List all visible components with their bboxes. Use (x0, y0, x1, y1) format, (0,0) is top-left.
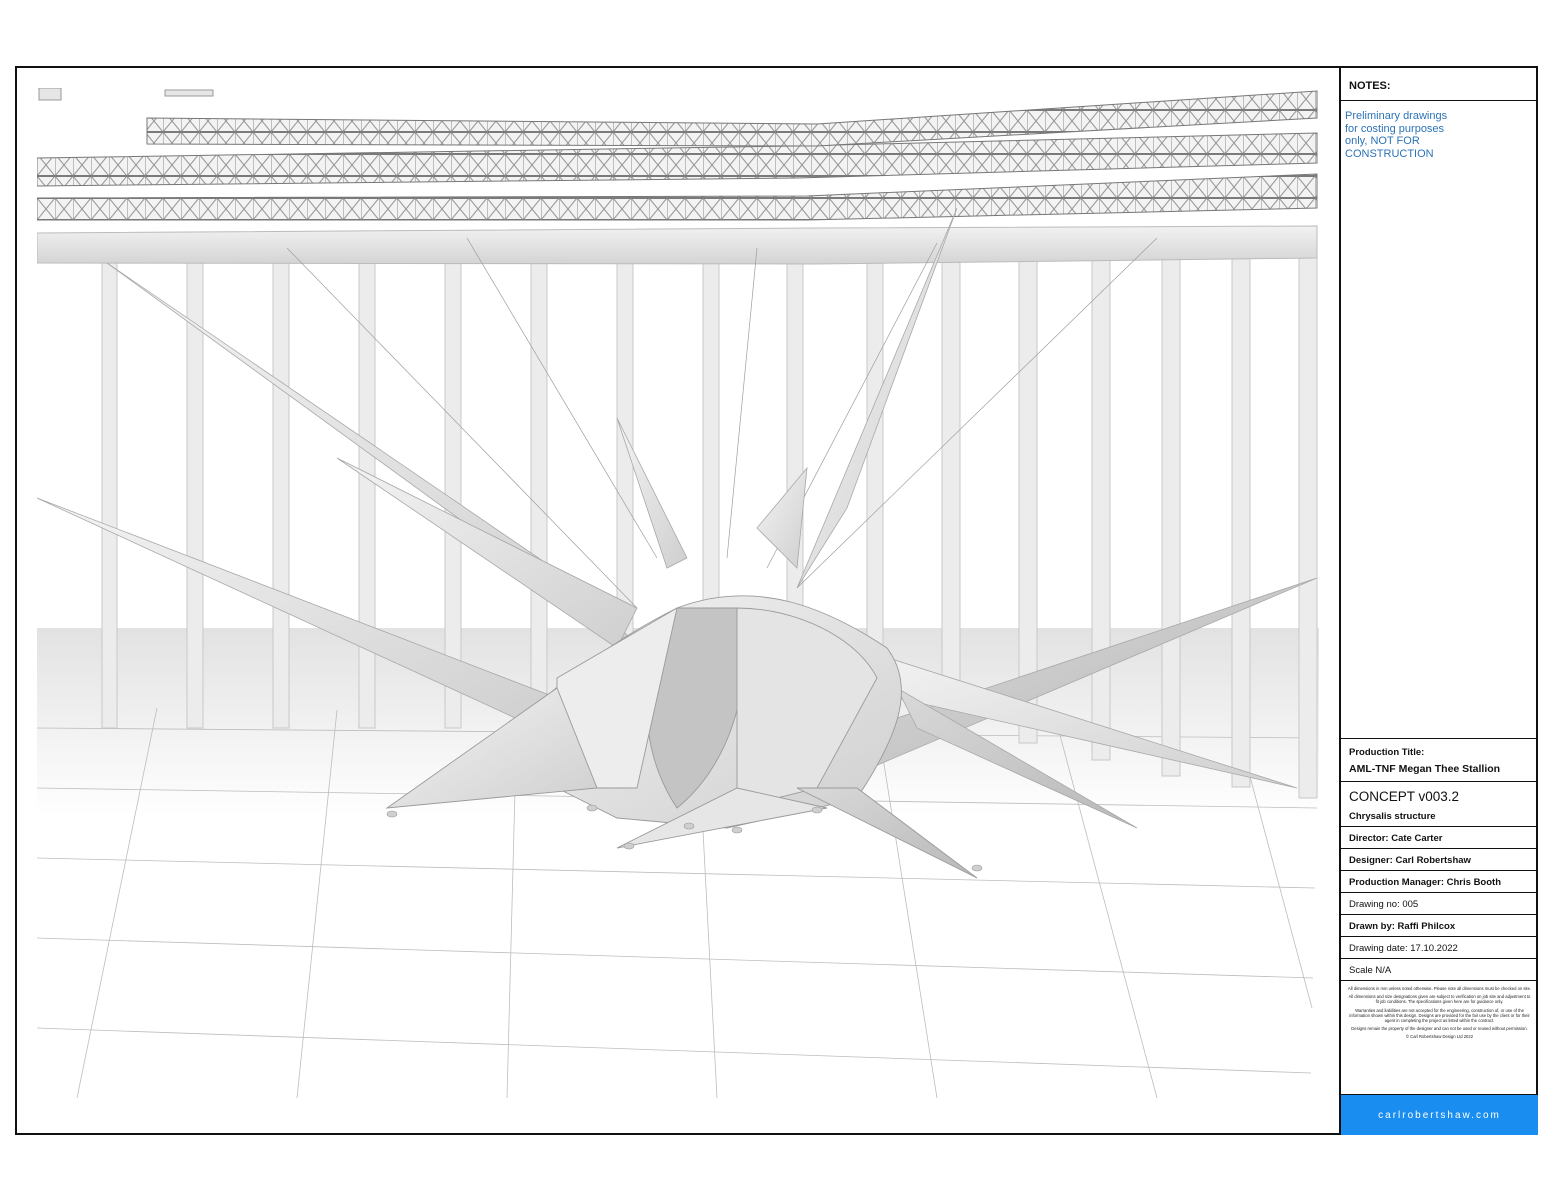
drawn-by-row: Drawn by: Raffi Philcox (1341, 914, 1538, 936)
concept-row: CONCEPT v003.2 Chrysalis structure (1341, 781, 1538, 826)
production-title: AML-TNF Megan Thee Stallion (1349, 763, 1501, 775)
notes-text: Preliminary drawings for costing purpose… (1345, 110, 1530, 160)
notes-heading: NOTES: (1341, 68, 1538, 101)
notes-line: CONSTRUCTION (1345, 147, 1434, 160)
lighting-truss (37, 88, 1318, 221)
header-beam (37, 225, 1318, 265)
disclaimer-paragraph: Designs remain the property of the desig… (1351, 1026, 1528, 1032)
notes-line: for costing purposes (1345, 122, 1445, 135)
disclaimer-paragraph: Warranties and liabilities are not accep… (1349, 1007, 1530, 1024)
production-title-row: Production Title: AML-TNF Megan Thee Sta… (1341, 738, 1538, 781)
notes-line: Preliminary drawings (1345, 110, 1448, 122)
divider (1341, 980, 1538, 981)
title-block: NOTES: Preliminary drawings for costing … (1339, 68, 1538, 1135)
production-title-label: Production Title: (1349, 747, 1425, 758)
concept-render (37, 88, 1319, 1098)
designer-row: Designer: Carl Robertshaw (1341, 848, 1538, 870)
notes-line: only, NOT FOR (1345, 135, 1420, 147)
chrysalis-structure-render (37, 88, 1319, 1098)
disclaimer-paragraph: All dimensions and size designations giv… (1348, 994, 1531, 1005)
production-manager-row: Production Manager: Chris Booth (1341, 870, 1538, 892)
director-row: Director: Cate Carter (1341, 826, 1538, 848)
drawing-date-row: Drawing date: 17.10.2022 (1341, 936, 1538, 958)
website-link[interactable]: carlrobertshaw.com (1341, 1094, 1538, 1135)
disclaimer: All dimensions in mm unless noted otherw… (1347, 986, 1532, 1043)
copyright: © Carl Robertshaw Design Ltd 2022 (1405, 1034, 1474, 1040)
disclaimer-paragraph: All dimensions in mm unless noted otherw… (1347, 986, 1532, 991)
drawing-sheet: NOTES: Preliminary drawings for costing … (15, 66, 1538, 1135)
concept-version: CONCEPT v003.2 (1349, 789, 1460, 804)
scale-row: Scale N/A (1341, 958, 1538, 980)
drawing-number-row: Drawing no: 005 (1341, 892, 1538, 914)
structure-name: Chrysalis structure (1349, 811, 1436, 822)
